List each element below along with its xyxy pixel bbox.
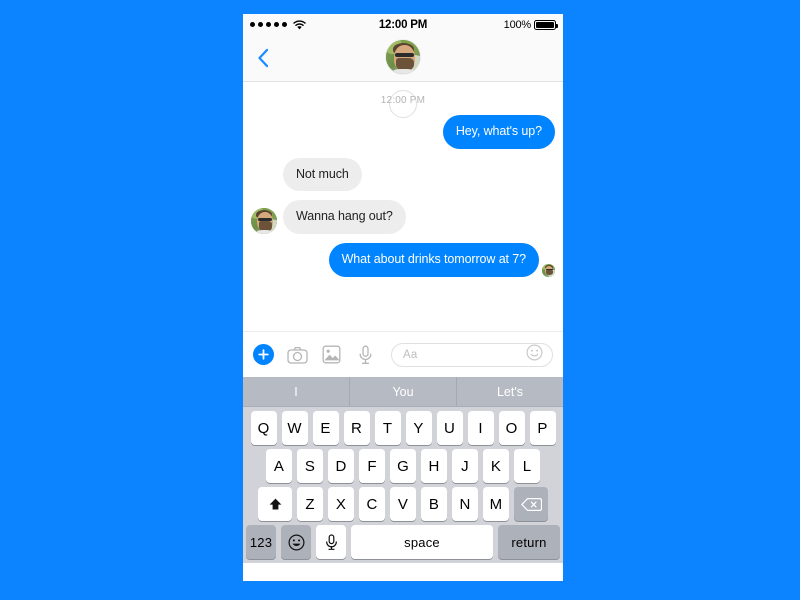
key-w[interactable]: W xyxy=(281,411,308,445)
key-h[interactable]: H xyxy=(421,449,447,483)
key-q[interactable]: Q xyxy=(250,411,277,445)
nav-bar xyxy=(243,35,563,82)
message-bubble-incoming[interactable]: Not much xyxy=(283,157,362,192)
keyboard: I You Let's Q W E R T Y U I O P A S D F xyxy=(243,377,563,563)
key-z[interactable]: Z xyxy=(297,487,323,521)
avatar-image xyxy=(542,263,555,277)
microphone-icon[interactable] xyxy=(355,344,376,365)
message-thread[interactable]: 12:00 PM Hey, what's up? Not much Wanna … xyxy=(243,82,563,331)
smiley-icon[interactable] xyxy=(526,343,543,366)
key-p[interactable]: P xyxy=(529,411,556,445)
phone-frame: 12:00 PM 100% 12:00 PM Hey, what's up? N… xyxy=(243,14,563,581)
numeric-key[interactable]: 123 xyxy=(246,525,276,559)
key-s[interactable]: S xyxy=(297,449,323,483)
message-input[interactable]: Aa xyxy=(391,342,553,367)
camera-icon[interactable] xyxy=(287,344,308,365)
key-o[interactable]: O xyxy=(498,411,525,445)
timestamp-text: 12:00 PM xyxy=(380,95,426,106)
status-bar-right: 100% xyxy=(503,18,558,31)
message-bubble-outgoing[interactable]: Hey, what's up? xyxy=(442,115,555,149)
key-b[interactable]: B xyxy=(421,487,447,521)
screenshot-canvas: 12:00 PM 100% 12:00 PM Hey, what's up? N… xyxy=(0,0,800,600)
read-receipt-avatar xyxy=(542,263,555,277)
key-l[interactable]: L xyxy=(514,449,540,483)
avatar-image xyxy=(386,40,420,74)
key-x[interactable]: X xyxy=(328,487,354,521)
message-row: Not much xyxy=(251,157,555,192)
message-bubble-incoming[interactable]: Wanna hang out? xyxy=(283,200,406,234)
key-t[interactable]: T xyxy=(374,411,401,445)
smiley-key-icon[interactable] xyxy=(281,525,311,559)
photo-library-icon[interactable] xyxy=(321,344,342,365)
shift-up-icon[interactable] xyxy=(258,487,292,521)
status-bar: 12:00 PM 100% xyxy=(243,14,563,35)
key-d[interactable]: D xyxy=(328,449,354,483)
key-u[interactable]: U xyxy=(436,411,463,445)
backspace-delete-icon[interactable] xyxy=(514,487,548,521)
avatar-image xyxy=(251,207,277,234)
keyboard-row-4: 123 space return xyxy=(243,521,563,559)
key-j[interactable]: J xyxy=(452,449,478,483)
return-key[interactable]: return xyxy=(498,525,560,559)
contact-avatar[interactable] xyxy=(386,40,420,74)
message-row: Hey, what's up? xyxy=(251,115,555,149)
sender-avatar[interactable] xyxy=(251,207,277,234)
composer-toolbar: Aa xyxy=(243,331,563,377)
keyboard-row-3: Z X C V B N M xyxy=(243,483,563,521)
key-e[interactable]: E xyxy=(312,411,339,445)
predictive-text-bar: I You Let's xyxy=(243,377,563,407)
message-row: What about drinks tomorrow at 7? xyxy=(251,242,555,277)
key-y[interactable]: Y xyxy=(405,411,432,445)
microphone-key-icon[interactable] xyxy=(316,525,346,559)
keyboard-row-1: Q W E R T Y U I O P xyxy=(243,407,563,445)
message-input-placeholder: Aa xyxy=(403,348,418,361)
message-bubble-outgoing[interactable]: What about drinks tomorrow at 7? xyxy=(328,242,539,277)
prediction-2[interactable]: You xyxy=(349,377,456,406)
thread-timestamp: 12:00 PM xyxy=(251,82,555,118)
key-k[interactable]: K xyxy=(483,449,509,483)
back-button[interactable] xyxy=(252,45,274,71)
prediction-3[interactable]: Let's xyxy=(456,377,563,406)
key-f[interactable]: F xyxy=(359,449,385,483)
keyboard-row-2: A S D F G H J K L xyxy=(243,445,563,483)
key-i[interactable]: I xyxy=(467,411,494,445)
prediction-1[interactable]: I xyxy=(243,377,349,406)
message-row: Wanna hang out? xyxy=(251,200,555,234)
key-a[interactable]: A xyxy=(266,449,292,483)
key-g[interactable]: G xyxy=(390,449,416,483)
key-v[interactable]: V xyxy=(390,487,416,521)
key-m[interactable]: M xyxy=(483,487,509,521)
key-c[interactable]: C xyxy=(359,487,385,521)
plus-circle-icon[interactable] xyxy=(253,344,274,365)
battery-percent: 100% xyxy=(503,18,532,31)
battery-full-icon xyxy=(534,19,558,30)
space-key[interactable]: space xyxy=(351,525,493,559)
key-r[interactable]: R xyxy=(343,411,370,445)
key-n[interactable]: N xyxy=(452,487,478,521)
chevron-left-icon xyxy=(258,48,269,68)
